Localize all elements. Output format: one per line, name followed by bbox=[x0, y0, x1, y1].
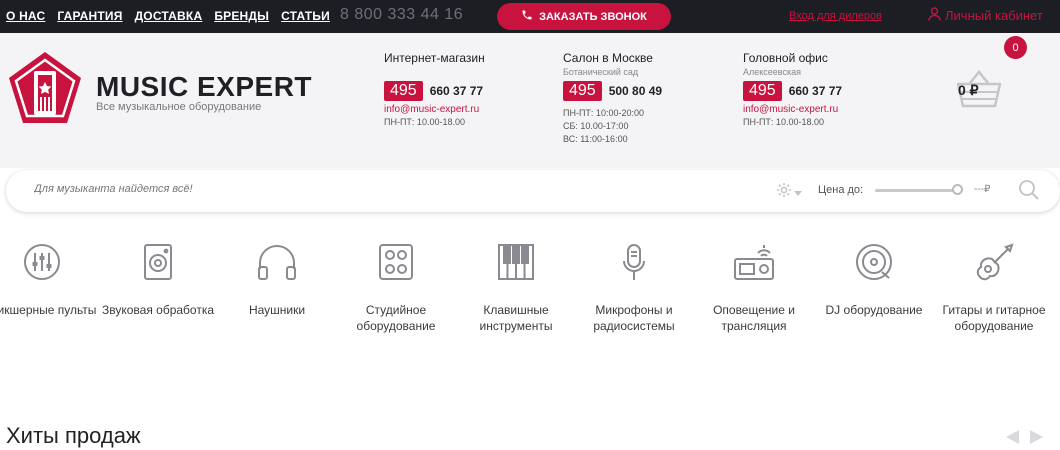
contact-phone[interactable]: 495 660 37 77 bbox=[384, 81, 485, 101]
cabinet-label: Личный кабинет bbox=[945, 8, 1043, 23]
piano-icon bbox=[456, 243, 576, 288]
contact-subtitle bbox=[384, 67, 485, 77]
price-slider-track[interactable] bbox=[875, 189, 957, 192]
category-label: Студийное оборудование bbox=[356, 303, 436, 333]
callback-button[interactable]: ЗАКАЗАТЬ ЗВОНОК bbox=[497, 3, 671, 30]
top-bar: О НАС ГАРАНТИЯ ДОСТАВКА БРЕНДЫ СТАТЬИ 8 … bbox=[0, 0, 1060, 33]
phone-code: 495 bbox=[743, 81, 782, 101]
brand-tagline: Все музыкальное оборудование bbox=[96, 101, 262, 113]
phone-code: 495 bbox=[384, 81, 423, 101]
phone-number: 660 37 77 bbox=[788, 84, 843, 98]
category-label: Клавишные инструменты bbox=[479, 303, 553, 333]
mixer-icon bbox=[0, 243, 102, 288]
price-max-value: ---₽ bbox=[974, 184, 991, 195]
contact-hours: ПН-ПТ: 10.00-18.00 bbox=[384, 117, 465, 127]
arrow-right-icon[interactable] bbox=[1030, 430, 1044, 449]
contact-hours-weekday: ПН-ПТ: 10:00-20:00 bbox=[563, 108, 644, 118]
dj-icon bbox=[814, 243, 934, 288]
nav-link-warranty[interactable]: ГАРАНТИЯ bbox=[57, 9, 122, 23]
category-sound-processing[interactable]: Звуковая обработка bbox=[98, 243, 218, 318]
category-studio[interactable]: Студийное оборудование bbox=[336, 243, 456, 334]
category-microphones[interactable]: Микрофоны и радиосистемы bbox=[574, 243, 694, 334]
speaker-processing-icon bbox=[98, 243, 218, 288]
category-headphones[interactable]: Наушники bbox=[217, 243, 337, 318]
category-label: Наушники bbox=[248, 303, 306, 317]
studio-icon bbox=[336, 243, 456, 288]
chevron-down-icon bbox=[794, 184, 802, 202]
microphone-icon bbox=[574, 243, 694, 288]
dealers-login-link[interactable]: Вход для дилеров bbox=[789, 10, 882, 22]
category-label: Оповещение и трансляция bbox=[713, 303, 795, 333]
phone-number: 660 37 77 bbox=[429, 84, 484, 98]
gear-icon bbox=[776, 182, 792, 203]
category-dj[interactable]: DJ оборудование bbox=[814, 243, 934, 318]
contact-online-shop: Интернет-магазин 495 660 37 77 info@musi… bbox=[384, 51, 485, 128]
hotline-phone[interactable]: 8 800 333 44 16 bbox=[340, 6, 463, 24]
cart-count-badge[interactable]: 0 bbox=[1004, 36, 1027, 59]
search-settings-dropdown[interactable] bbox=[776, 182, 802, 203]
category-keyboards[interactable]: Клавишные инструменты bbox=[456, 243, 576, 334]
personal-cabinet-link[interactable]: Личный кабинет bbox=[928, 7, 1043, 24]
contact-head-office: Головной офис Алексеевская 495 660 37 77… bbox=[743, 51, 842, 128]
contact-hours-sunday: ВС: 11:00-16:00 bbox=[563, 134, 628, 144]
contact-title: Интернет-магазин bbox=[384, 51, 485, 65]
brand-name[interactable]: MUSIC EXPERT bbox=[96, 71, 312, 103]
price-slider-handle[interactable] bbox=[952, 184, 963, 195]
category-mixers[interactable]: Микшерные пульты bbox=[0, 243, 102, 318]
category-label: Микрофоны и радиосистемы bbox=[593, 303, 675, 333]
category-label: DJ оборудование bbox=[825, 303, 923, 317]
music-expert-logo-icon[interactable] bbox=[5, 49, 85, 134]
nav-link-about[interactable]: О НАС bbox=[6, 9, 45, 23]
search-bar: Цена до: ---₽ bbox=[6, 170, 1060, 212]
arrow-left-icon[interactable] bbox=[1006, 430, 1020, 449]
category-label: Гитары и гитарное оборудование bbox=[942, 303, 1046, 333]
contact-title: Головной офис bbox=[743, 51, 828, 65]
site-header: MUSIC EXPERT Все музыкальное оборудовани… bbox=[0, 33, 1060, 168]
contact-subtitle: Алексеевская bbox=[743, 67, 802, 77]
headphones-icon bbox=[217, 243, 337, 288]
nav-link-brands[interactable]: БРЕНДЫ bbox=[214, 9, 269, 23]
contact-hours: ПН-ПТ: 10.00-18.00 bbox=[743, 117, 824, 127]
nav-link-delivery[interactable]: ДОСТАВКА bbox=[135, 9, 203, 23]
callback-label: ЗАКАЗАТЬ ЗВОНОК bbox=[539, 10, 647, 23]
phone-number: 500 80 49 bbox=[608, 84, 663, 98]
user-icon bbox=[928, 7, 941, 24]
contact-title: Салон в Москве bbox=[563, 51, 653, 65]
search-icon[interactable] bbox=[1018, 179, 1040, 206]
guitar-icon bbox=[934, 243, 1054, 288]
top-navigation: О НАС ГАРАНТИЯ ДОСТАВКА БРЕНДЫ СТАТЬИ bbox=[6, 9, 330, 23]
contact-hours-saturday: СБ: 10.00-17:00 bbox=[563, 121, 629, 131]
phone-icon bbox=[521, 9, 533, 24]
phone-code: 495 bbox=[563, 81, 602, 101]
nav-link-articles[interactable]: СТАТЬИ bbox=[281, 9, 330, 23]
contact-phone[interactable]: 495 500 80 49 bbox=[563, 81, 662, 101]
contact-moscow-salon: Салон в Москве Ботанический сад 495 500 … bbox=[563, 51, 662, 145]
category-label: Звуковая обработка bbox=[101, 303, 215, 317]
category-menu: Микшерные пульты Звуковая обработка Науш… bbox=[0, 243, 1060, 363]
contact-subtitle: Ботанический сад bbox=[563, 67, 639, 77]
category-label: Микшерные пульты bbox=[0, 303, 97, 317]
price-filter-label: Цена до: bbox=[818, 184, 864, 196]
category-guitars[interactable]: Гитары и гитарное оборудование bbox=[934, 243, 1054, 334]
carousel-arrows bbox=[1006, 430, 1044, 449]
contact-phone[interactable]: 495 660 37 77 bbox=[743, 81, 842, 101]
bestsellers-heading: Хиты продаж bbox=[6, 423, 141, 448]
broadcast-icon bbox=[694, 243, 814, 288]
search-input[interactable] bbox=[34, 183, 634, 195]
contact-email[interactable]: info@music-expert.ru bbox=[743, 104, 842, 115]
category-broadcast[interactable]: Оповещение и трансляция bbox=[694, 243, 814, 334]
cart-total[interactable]: 0 ₽ bbox=[958, 82, 979, 99]
contact-email[interactable]: info@music-expert.ru bbox=[384, 104, 485, 115]
